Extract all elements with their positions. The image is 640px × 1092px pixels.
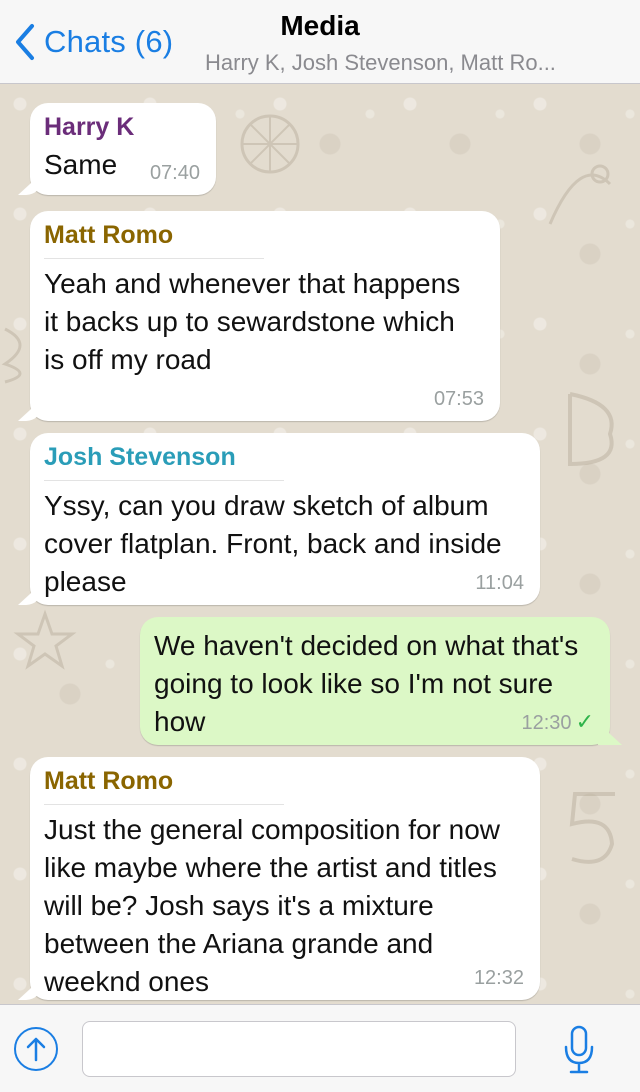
message-text: Just the general composition for now lik… [44,814,501,997]
doodle-icon [569,792,615,864]
message-sender: Harry K [44,113,135,141]
message-time: 07:53 [433,388,484,410]
message-time: 11:04 [475,572,524,594]
message-input[interactable] [82,1021,516,1077]
message-time: 12:32 [473,967,524,989]
message-text: Yssy, can you draw sketch of album cover… [44,490,502,597]
doodle-icon [13,609,77,670]
message-sender: Josh Stevenson [44,443,284,481]
back-button[interactable]: Chats (6) [12,20,173,64]
chat-title[interactable]: Media [200,10,440,42]
message-bubble[interactable]: Harry K Same 07:40 [30,103,216,195]
attach-button[interactable] [14,1027,58,1071]
message-bubble[interactable]: Josh Stevenson Yssy, can you draw sketch… [30,433,540,605]
message-time: 07:40 [149,162,200,184]
upload-arrow-icon [26,1037,46,1062]
chevron-left-icon [16,24,34,60]
message-bubble[interactable]: Matt Romo Just the general composition f… [30,757,540,1000]
message-time: 12:30 [521,712,572,734]
doodle-icon [548,164,612,225]
doodle-icon [568,392,614,467]
message-bubble[interactable]: Matt Romo Yeah and whenever that happens… [30,211,500,421]
back-button-label: Chats (6) [44,24,174,59]
chat-participants[interactable]: Harry K, Josh Stevenson, Matt Ro... [205,50,630,76]
message-sender: Matt Romo [44,221,264,259]
message-sender: Matt Romo [44,767,284,805]
message-time-group: 12:30 ✓ [522,709,595,735]
doodle-icon [240,114,300,174]
checkmark-icon: ✓ [575,709,594,734]
chat-header: Chats (6) Media Harry K, Josh Stevenson,… [0,0,640,84]
message-text: Yeah and whenever that happens it backs … [44,268,461,375]
microphone-icon[interactable] [562,1025,596,1075]
message-input-bar [0,1004,640,1092]
message-bubble[interactable]: We haven't decided on what that's going … [140,617,610,745]
